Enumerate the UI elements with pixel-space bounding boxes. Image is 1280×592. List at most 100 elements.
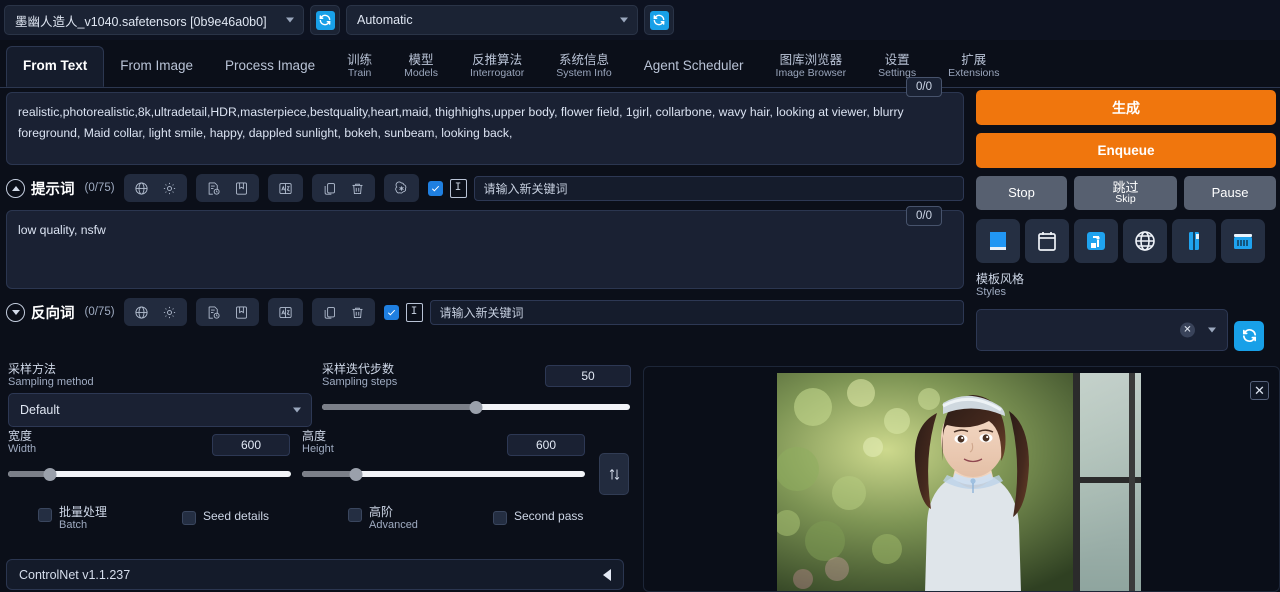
tab-train[interactable]: 训练 Train — [331, 46, 388, 87]
cursor-bracket-icon[interactable]: I — [449, 178, 467, 198]
slider-fill — [302, 471, 356, 477]
globe-icon[interactable] — [1123, 219, 1167, 263]
pause-label: Pause — [1211, 185, 1249, 201]
checkbox-advanced[interactable]: 高阶 Advanced — [348, 505, 418, 532]
tab-label: From Image — [120, 58, 194, 74]
tab-label: From Text — [23, 58, 88, 74]
history-icon[interactable] — [201, 301, 226, 323]
translate-icon[interactable] — [273, 301, 298, 323]
styles-label: 模板风格 Styles — [976, 272, 1025, 299]
gear-icon[interactable] — [157, 301, 182, 323]
negative-keyword-checkbox[interactable] — [383, 304, 399, 320]
height-value[interactable]: 600 — [507, 434, 585, 456]
checkbox-label: 高阶 Advanced — [369, 505, 418, 532]
tab-image-browser[interactable]: 图库浏览器 Image Browser — [760, 46, 863, 87]
globe-icon[interactable] — [129, 177, 154, 199]
enqueue-button[interactable]: Enqueue — [976, 133, 1276, 168]
quick-icon-row — [976, 219, 1276, 263]
prompt-label: 提示词 — [31, 181, 75, 198]
clipboard-icon[interactable] — [1172, 219, 1216, 263]
openai-icon[interactable] — [389, 177, 414, 199]
negative-prompt-textarea[interactable]: low quality, nsfw — [6, 210, 964, 289]
bookmark-icon[interactable] — [229, 301, 254, 323]
prompt-column: realistic,photorealistic,8k,ultradetail,… — [6, 92, 964, 330]
tab-system-info[interactable]: 系统信息 System Info — [540, 46, 627, 87]
slider-knob[interactable] — [43, 468, 57, 481]
sampling-steps-value[interactable]: 50 — [545, 365, 631, 387]
negative-icon-group-4 — [311, 298, 375, 326]
generate-button[interactable]: 生成 — [976, 90, 1276, 125]
notepad-icon[interactable] — [1025, 219, 1069, 263]
slider-fill — [322, 404, 476, 410]
tab-extensions[interactable]: 扩展 Extensions — [932, 46, 1015, 87]
action-panel: 生成 Enqueue Stop 跳过 Skip Pause 模板风格 Style… — [976, 90, 1276, 351]
tab-label-en: System Info — [556, 66, 612, 79]
skip-label-en: Skip — [1115, 193, 1136, 206]
copy-icon[interactable] — [317, 177, 342, 199]
styles-refresh-button[interactable] — [1234, 320, 1264, 351]
vae-selector[interactable]: Automatic — [346, 5, 638, 35]
tab-interrogator[interactable]: 反推算法 Interrogator — [454, 46, 540, 87]
bookmark-icon[interactable] — [229, 177, 254, 199]
checkbox-second-pass[interactable]: Second pass — [493, 509, 583, 525]
prompt-keyword-input[interactable]: 请输入新关键词 — [473, 175, 964, 201]
model-selector[interactable]: 墨幽人造人_v1040.safetensors [0b9e46a0b0] — [4, 5, 304, 35]
trash-icon[interactable] — [345, 301, 370, 323]
prompt-keyword-checkbox[interactable] — [427, 180, 443, 196]
swap-dimensions-button[interactable] — [599, 453, 629, 495]
negative-token-count: (0/75) — [84, 306, 115, 318]
skip-button[interactable]: 跳过 Skip — [1074, 176, 1177, 210]
checkbox-box[interactable] — [348, 508, 362, 522]
tab-from-text[interactable]: From Text — [6, 46, 105, 87]
checkbox-label: Second pass — [514, 509, 584, 523]
tab-label: Process Image — [225, 58, 316, 74]
pause-button[interactable]: Pause — [1184, 176, 1276, 210]
negative-accordion-header[interactable]: 反向词 (0/75) — [6, 302, 115, 323]
sampling-steps-slider[interactable] — [322, 401, 630, 414]
tab-label-en: Models — [404, 66, 438, 79]
slider-knob[interactable] — [469, 401, 483, 414]
tab-from-image[interactable]: From Image — [104, 46, 209, 87]
book-icon[interactable] — [976, 219, 1020, 263]
prompt-textarea[interactable]: realistic,photorealistic,8k,ultradetail,… — [6, 92, 964, 165]
stop-button[interactable]: Stop — [976, 176, 1067, 210]
controlnet-accordion[interactable]: ControlNet v1.1.237 — [6, 559, 624, 590]
tab-agent-scheduler[interactable]: Agent Scheduler — [628, 46, 760, 87]
vae-refresh-button[interactable] — [644, 5, 674, 35]
model-refresh-button[interactable] — [310, 5, 340, 35]
checkbox-box[interactable] — [493, 511, 507, 525]
slider-knob[interactable] — [349, 468, 363, 481]
styles-dropdown[interactable]: ✕ — [976, 308, 1228, 351]
checkbox-batch[interactable]: 批量处理 Batch — [38, 505, 107, 532]
checkbox-box[interactable] — [38, 508, 52, 522]
trash-bin-icon[interactable] — [1074, 219, 1118, 263]
archive-icon[interactable] — [1221, 219, 1265, 263]
cursor-bracket-icon[interactable]: I — [405, 302, 423, 322]
clear-x-icon[interactable]: ✕ — [1180, 322, 1195, 338]
tab-label-en: Extensions — [948, 66, 1000, 79]
tab-process-image[interactable]: Process Image — [209, 46, 331, 87]
sampling-method-dropdown[interactable]: Default — [8, 393, 312, 427]
prompt-accordion-header[interactable]: 提示词 (0/75) — [6, 178, 115, 199]
prompt-toolbar: 提示词 (0/75) I 请输入新关键词 — [6, 170, 964, 206]
checkbox-box[interactable] — [182, 511, 196, 525]
control-buttons-row: Stop 跳过 Skip Pause — [976, 176, 1276, 210]
negative-keyword-input[interactable]: 请输入新关键词 — [429, 299, 964, 325]
globe-icon[interactable] — [129, 301, 154, 323]
vae-selector-wrap: Automatic — [346, 5, 638, 35]
width-value[interactable]: 600 — [212, 434, 290, 456]
trash-icon[interactable] — [345, 177, 370, 199]
checkbox-seed-details[interactable]: Seed details — [182, 509, 269, 525]
close-icon[interactable]: ✕ — [1250, 381, 1269, 400]
gear-icon[interactable] — [157, 177, 182, 199]
chevron-down-icon — [293, 407, 301, 413]
copy-icon[interactable] — [317, 301, 342, 323]
tab-models[interactable]: 模型 Models — [388, 46, 454, 87]
history-icon[interactable] — [201, 177, 226, 199]
tab-label-cn: 图库浏览器 — [779, 53, 843, 68]
translate-icon[interactable] — [273, 177, 298, 199]
generated-image[interactable] — [777, 373, 1141, 591]
width-slider[interactable] — [8, 468, 291, 481]
tab-label-cn: 训练 — [347, 53, 373, 68]
height-slider[interactable] — [302, 468, 585, 481]
